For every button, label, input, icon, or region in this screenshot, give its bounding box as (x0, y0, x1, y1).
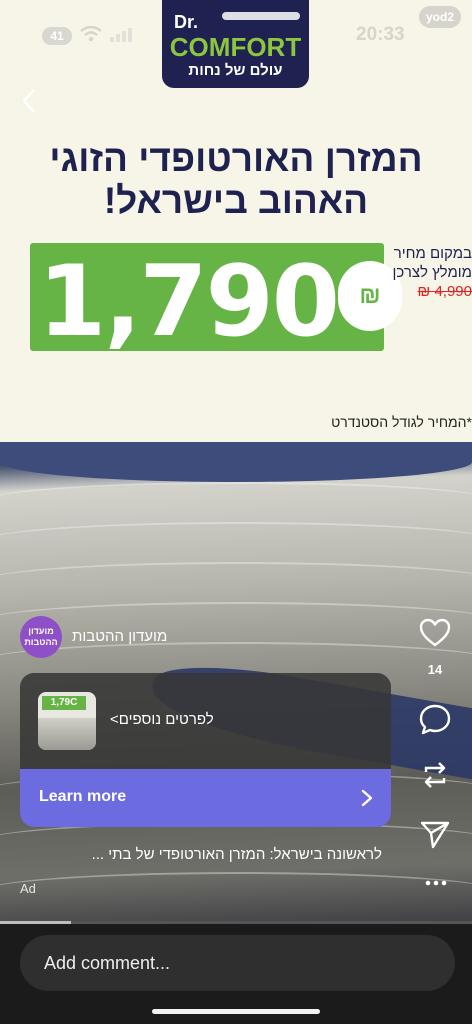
price-badge: 1,790 ₪ (30, 243, 402, 359)
quilt-line (0, 562, 472, 602)
price-footnote: *המחיר לגודל הסטנדרט (331, 414, 472, 430)
cta-card[interactable]: 1,79C לפרטים נוספים> Learn more (20, 673, 391, 827)
comment-bubble-icon[interactable] (418, 702, 452, 736)
wifi-icon (80, 26, 102, 42)
paper-plane-icon[interactable] (418, 817, 452, 851)
mattress-border (0, 442, 472, 482)
quilt-line (0, 522, 472, 562)
status-time: 20:33 (356, 24, 405, 45)
brand-prefix: Dr. (174, 12, 199, 32)
yod2-logo: yod2 (419, 6, 461, 28)
comment-input[interactable] (20, 935, 455, 991)
brand-logo: Dr. COMFORT עולם של נחות (162, 0, 309, 88)
page-name[interactable]: מועדון ההטבות (72, 628, 167, 645)
chevron-right-icon (361, 789, 373, 807)
heart-icon[interactable] (418, 616, 452, 650)
learn-more-label: Learn more (39, 788, 127, 805)
brand-name: COMFORT (169, 32, 302, 62)
price-amount: 1,790 (38, 245, 340, 359)
like-count: 14 (427, 662, 443, 677)
compare-price: במקום מחיר מומלץ לצרכן 4,990 ₪ (392, 244, 472, 301)
ad-headline: המזרן האורטופדי הזוגי האהוב בישראל! (49, 138, 423, 221)
ellipsis-icon[interactable] (424, 876, 448, 890)
home-indicator[interactable] (152, 1009, 320, 1014)
chevron-left-icon[interactable] (18, 88, 40, 114)
learn-more-button[interactable]: Learn more (20, 769, 391, 827)
cta-thumbnail[interactable]: 1,79C (38, 692, 96, 750)
avatar[interactable]: מועדון ההטבות (20, 616, 62, 658)
page-header[interactable]: מועדון ההטבות מועדון ההטבות (20, 616, 220, 658)
old-price: 4,990 ₪ (417, 283, 472, 300)
quilt-line (0, 872, 472, 912)
cta-text[interactable]: לפרטים נוספים> (110, 711, 214, 728)
signal-badge: 41 (42, 27, 72, 45)
ad-creative-top: 41 20:33 yod2 Dr. COMFORT עולם של נחות ה… (0, 0, 472, 442)
thumbnail-price: 1,79C (42, 696, 86, 710)
brand-tagline: עולם של נחות (188, 62, 283, 79)
post-caption[interactable]: לראשונה בישראל: המזרן האורטופדי של בתי .… (20, 846, 382, 863)
repost-icon[interactable] (418, 758, 452, 792)
quilt-line (0, 482, 472, 522)
cell-signal-icon (110, 28, 132, 42)
compare-label: במקום מחיר מומלץ לצרכן (392, 245, 472, 281)
ad-label: Ad (20, 881, 36, 896)
brand-figure-icon (222, 12, 300, 20)
thumbnail-mattress (38, 718, 96, 750)
